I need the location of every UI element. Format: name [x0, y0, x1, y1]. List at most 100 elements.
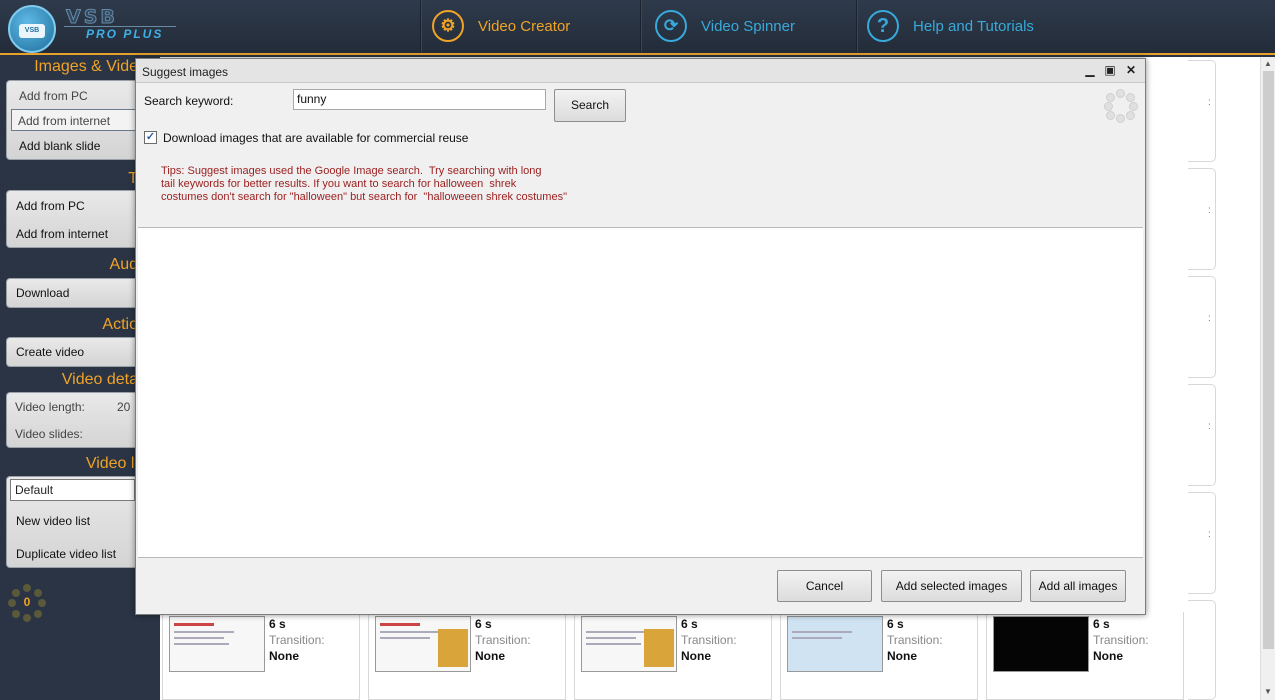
transition-value: None	[887, 649, 917, 663]
transition-label: Transition:	[269, 633, 325, 647]
spinner-dot	[12, 610, 20, 618]
dialog-titlebar[interactable]: Suggest images ▁ ▣ ✕	[136, 59, 1145, 83]
slide-card[interactable]: 6 s Transition: None	[574, 612, 772, 700]
slide-meta: 6 s Transition: None	[681, 616, 737, 664]
commercial-reuse-checkbox[interactable]: ✓	[144, 131, 157, 144]
loading-spinner-icon	[1104, 89, 1138, 123]
slide-thumbnail	[169, 616, 265, 672]
nav-video-spinner[interactable]: ⟳ Video Spinner	[655, 0, 795, 52]
section-title-images: Images & Vide	[34, 58, 138, 75]
scroll-down-arrow-icon[interactable]: ▼	[1264, 687, 1272, 696]
section-title-audio: Aud	[109, 256, 138, 273]
slide-card[interactable]: 6 s Transition: None	[986, 612, 1184, 700]
nav-divider	[640, 0, 642, 52]
slide-thumbnails-row: 6 s Transition: None 6 s Transition: Non…	[160, 612, 1260, 700]
video-list-select[interactable]: Default	[10, 479, 135, 501]
progress-counter: 0	[8, 584, 46, 622]
top-bar: VSB VSB PRO PLUS ⚙ Video Creator ⟳ Video…	[0, 0, 1275, 55]
slide-meta: 6 s Transition: None	[887, 616, 943, 664]
section-title-text: T	[128, 170, 138, 187]
duplicate-video-list-button[interactable]: Duplicate video list	[10, 543, 135, 565]
video-length-label: Video length:	[15, 400, 85, 414]
nav-label: Video Spinner	[701, 17, 795, 35]
audio-panel: Download	[6, 278, 141, 308]
dialog-title: Suggest images	[142, 65, 229, 79]
video-length-row: Video length: 20	[9, 396, 134, 418]
nav-video-creator[interactable]: ⚙ Video Creator	[432, 0, 570, 52]
spinner-dot	[34, 610, 42, 618]
nav-help-tutorials[interactable]: ? Help and Tutorials	[867, 0, 1034, 52]
transition-value: None	[475, 649, 505, 663]
slide-meta: 6 s Transition: None	[1093, 616, 1149, 664]
slide-card-edge: :	[1188, 384, 1216, 486]
text-add-from-pc-button[interactable]: Add from PC	[10, 195, 135, 217]
vertical-scrollbar[interactable]: ▲ ▼	[1260, 57, 1275, 700]
minimize-icon[interactable]: ▁	[1081, 62, 1099, 78]
slide-thumbnail	[993, 616, 1089, 672]
suggest-images-dialog: Suggest images ▁ ▣ ✕ Search keyword: fun…	[135, 58, 1146, 615]
video-length-value: 20	[117, 400, 131, 414]
text-add-from-internet-button[interactable]: Add from internet	[10, 223, 135, 245]
slide-meta: 6 s Transition: None	[269, 616, 325, 664]
slide-thumbnail	[787, 616, 883, 672]
slide-duration: 6 s	[887, 617, 904, 631]
images-add-from-pc-button[interactable]: Add from PC	[13, 85, 138, 107]
slide-duration: 6 s	[475, 617, 492, 631]
transition-label: Transition:	[475, 633, 531, 647]
slide-card-edge: :	[1188, 492, 1216, 594]
slide-card[interactable]: 6 s Transition: None	[162, 612, 360, 700]
transition-label: Transition:	[681, 633, 737, 647]
gear-icon: ⚙	[432, 10, 464, 42]
add-selected-images-button[interactable]: Add selected images	[881, 570, 1022, 602]
camera-logo-icon: VSB	[8, 5, 56, 53]
text-panel: Add from PC Add from internet	[6, 190, 141, 248]
slide-meta: 6 s Transition: None	[475, 616, 531, 664]
section-title-details: Video deta	[61, 371, 138, 388]
slide-card-edge: :	[1188, 168, 1216, 270]
nav-divider	[420, 0, 422, 52]
scrollbar-thumb[interactable]	[1263, 71, 1274, 649]
actions-panel: Create video	[6, 337, 141, 367]
transition-value: None	[269, 649, 299, 663]
slide-duration: 6 s	[681, 617, 698, 631]
maximize-icon[interactable]: ▣	[1101, 62, 1119, 78]
counter-value: 0	[23, 595, 31, 609]
images-add-from-internet-button[interactable]: Add from internet	[11, 109, 136, 131]
logo-title: VSB	[66, 6, 118, 29]
slide-card[interactable]: 6 s Transition: None	[780, 612, 978, 700]
slide-card[interactable]: 6 s Transition: None	[368, 612, 566, 700]
create-video-button[interactable]: Create video	[10, 341, 135, 363]
cancel-button[interactable]: Cancel	[777, 570, 872, 602]
section-title-video-list: Video li	[85, 455, 138, 472]
transition-label: Transition:	[887, 633, 943, 647]
transition-value: None	[681, 649, 711, 663]
slide-thumbnail	[581, 616, 677, 672]
search-keyword-label: Search keyword:	[144, 94, 234, 108]
download-audio-button[interactable]: Download	[10, 282, 135, 304]
nav-label: Help and Tutorials	[913, 17, 1034, 35]
close-icon[interactable]: ✕	[1122, 62, 1140, 78]
details-panel: Video length: 20 Video slides:	[6, 392, 141, 448]
video-slides-label: Video slides:	[15, 427, 83, 441]
search-button[interactable]: Search	[554, 89, 626, 122]
slide-thumbnail	[375, 616, 471, 672]
refresh-icon: ⟳	[655, 10, 687, 42]
spinner-dot	[23, 584, 31, 592]
add-all-images-button[interactable]: Add all images	[1030, 570, 1126, 602]
question-icon: ?	[867, 10, 899, 42]
nav-label: Video Creator	[478, 17, 571, 35]
slide-duration: 6 s	[1093, 617, 1110, 631]
logo-subtitle: PRO PLUS	[86, 27, 164, 41]
transition-label: Transition:	[1093, 633, 1149, 647]
slide-card-edge: :	[1188, 276, 1216, 378]
scroll-up-arrow-icon[interactable]: ▲	[1264, 59, 1272, 68]
spinner-dot	[23, 614, 31, 622]
add-blank-slide-button[interactable]: Add blank slide	[13, 135, 138, 157]
image-results-area[interactable]	[138, 227, 1143, 558]
slide-duration: 6 s	[269, 617, 286, 631]
nav-divider	[856, 0, 858, 52]
slide-card-edge: :	[1188, 60, 1216, 162]
search-keyword-input[interactable]: funny	[293, 89, 546, 110]
new-video-list-button[interactable]: New video list	[10, 510, 135, 532]
commercial-reuse-label[interactable]: Download images that are available for c…	[163, 131, 468, 145]
